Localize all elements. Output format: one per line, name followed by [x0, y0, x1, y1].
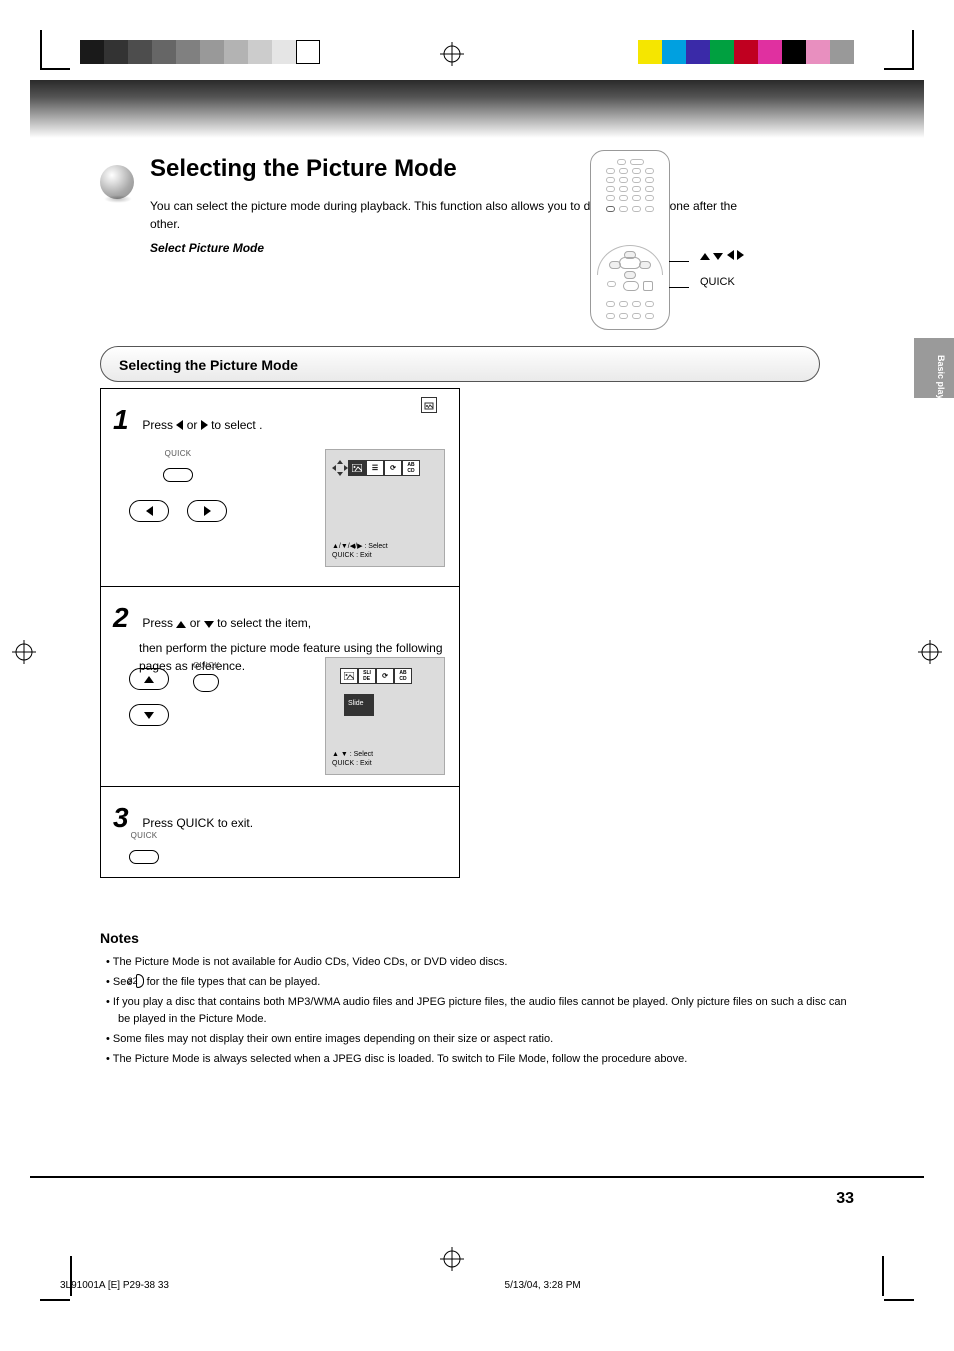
right-arrow-icon — [201, 420, 208, 430]
mode-icon-abcd: ABCD — [402, 460, 420, 476]
button-label: QUICK — [193, 661, 220, 670]
mode-icon-picture — [340, 668, 358, 684]
left-arrow-icon — [176, 420, 183, 430]
remote-quick-label: QUICK — [700, 276, 735, 288]
registration-mark-left — [12, 640, 36, 664]
crop-mark-tl — [40, 30, 70, 75]
left-button-icon — [129, 500, 169, 522]
step-text: Press or to select the item, — [142, 616, 311, 630]
down-arrow-icon — [204, 621, 214, 628]
gray-swatches — [80, 40, 320, 64]
mode-icon-picture — [348, 460, 366, 476]
note-item: If you play a disc that contains both MP… — [100, 994, 854, 1028]
notes-heading: Notes — [100, 930, 854, 946]
step-3: 3 Press QUICK to exit. QUICK — [101, 787, 459, 877]
step-text: Press or to select . — [142, 418, 262, 432]
onscreen-preview: ☰ ⟳ ABCD ▲/▼/◀/▶ : Select QUICK : Exit — [325, 449, 445, 567]
crop-mark-tr — [884, 30, 914, 75]
crop-mark-br — [882, 1256, 914, 1301]
page-number: 33 — [836, 1190, 854, 1208]
selection-label: Slide — [348, 700, 364, 707]
mode-icon-list: ☰ — [366, 460, 384, 476]
step-number: 1 — [113, 399, 139, 441]
quick-button-icon — [193, 674, 219, 692]
crop-mark-bl — [40, 1256, 72, 1301]
nav-icon — [332, 460, 348, 476]
header-gradient — [30, 80, 924, 138]
down-button-icon — [129, 704, 169, 726]
mode-icon-rotate: ⟳ — [384, 460, 402, 476]
quick-button-icon — [163, 468, 193, 482]
side-tab — [914, 338, 954, 398]
screen-caption: ▲/▼/◀/▶ : Select — [332, 543, 438, 551]
title-bullet-icon — [100, 165, 134, 199]
step-1: 1 Press or to select . QUICK ☰ ⟳ AB — [101, 389, 459, 587]
notes-section: Notes The Picture Mode is not available … — [100, 930, 854, 1071]
footer-text: 3L91001A [E] P29-38 33 5/13/04, 3:28 PM — [60, 1280, 581, 1291]
mode-icon-abcd: ABCD — [394, 668, 412, 684]
step-2: 2 Press or to select the item, then perf… — [101, 587, 459, 787]
screen-caption: QUICK : Exit — [332, 552, 438, 560]
note-item: The Picture Mode is not available for Au… — [100, 954, 854, 971]
footer-rule — [30, 1176, 924, 1178]
picture-mode-target-icon — [421, 397, 437, 413]
registration-mark-top — [440, 42, 464, 66]
mode-icon-rotate: ⟳ — [376, 668, 394, 684]
step-text: Press QUICK to exit. — [142, 816, 253, 830]
color-swatches — [638, 40, 854, 64]
screen-caption: QUICK : Exit — [332, 760, 438, 768]
up-button-icon — [129, 668, 169, 690]
note-item: The Picture Mode is always selected when… — [100, 1051, 854, 1068]
registration-mark-right — [918, 640, 942, 664]
quick-button-icon — [129, 850, 159, 864]
right-button-icon — [187, 500, 227, 522]
button-label: QUICK — [131, 831, 158, 840]
side-tab-label: Basic playback — [936, 355, 946, 420]
remote-illustration — [590, 150, 670, 330]
onscreen-preview: SLIDE ⟳ ABCD Slide ▲ ▼ : Select QUICK : … — [325, 657, 445, 775]
note-item: Some files may not display their own ent… — [100, 1031, 854, 1048]
step-number: 2 — [113, 597, 139, 639]
registration-mark-bottom — [440, 1247, 464, 1271]
button-label: QUICK — [165, 449, 192, 458]
screen-caption: ▲ ▼ : Select — [332, 751, 438, 759]
mode-icon-slide: SLIDE — [358, 668, 376, 684]
up-arrow-icon — [176, 621, 186, 628]
steps-box: 1 Press or to select . QUICK ☰ ⟳ AB — [100, 388, 460, 878]
section-heading-pill: Selecting the Picture Mode — [100, 346, 820, 382]
note-item: See 32 for the file types that can be pl… — [100, 974, 854, 991]
page-ref-icon: 32 — [136, 974, 144, 988]
remote-arrow-label — [700, 248, 744, 262]
